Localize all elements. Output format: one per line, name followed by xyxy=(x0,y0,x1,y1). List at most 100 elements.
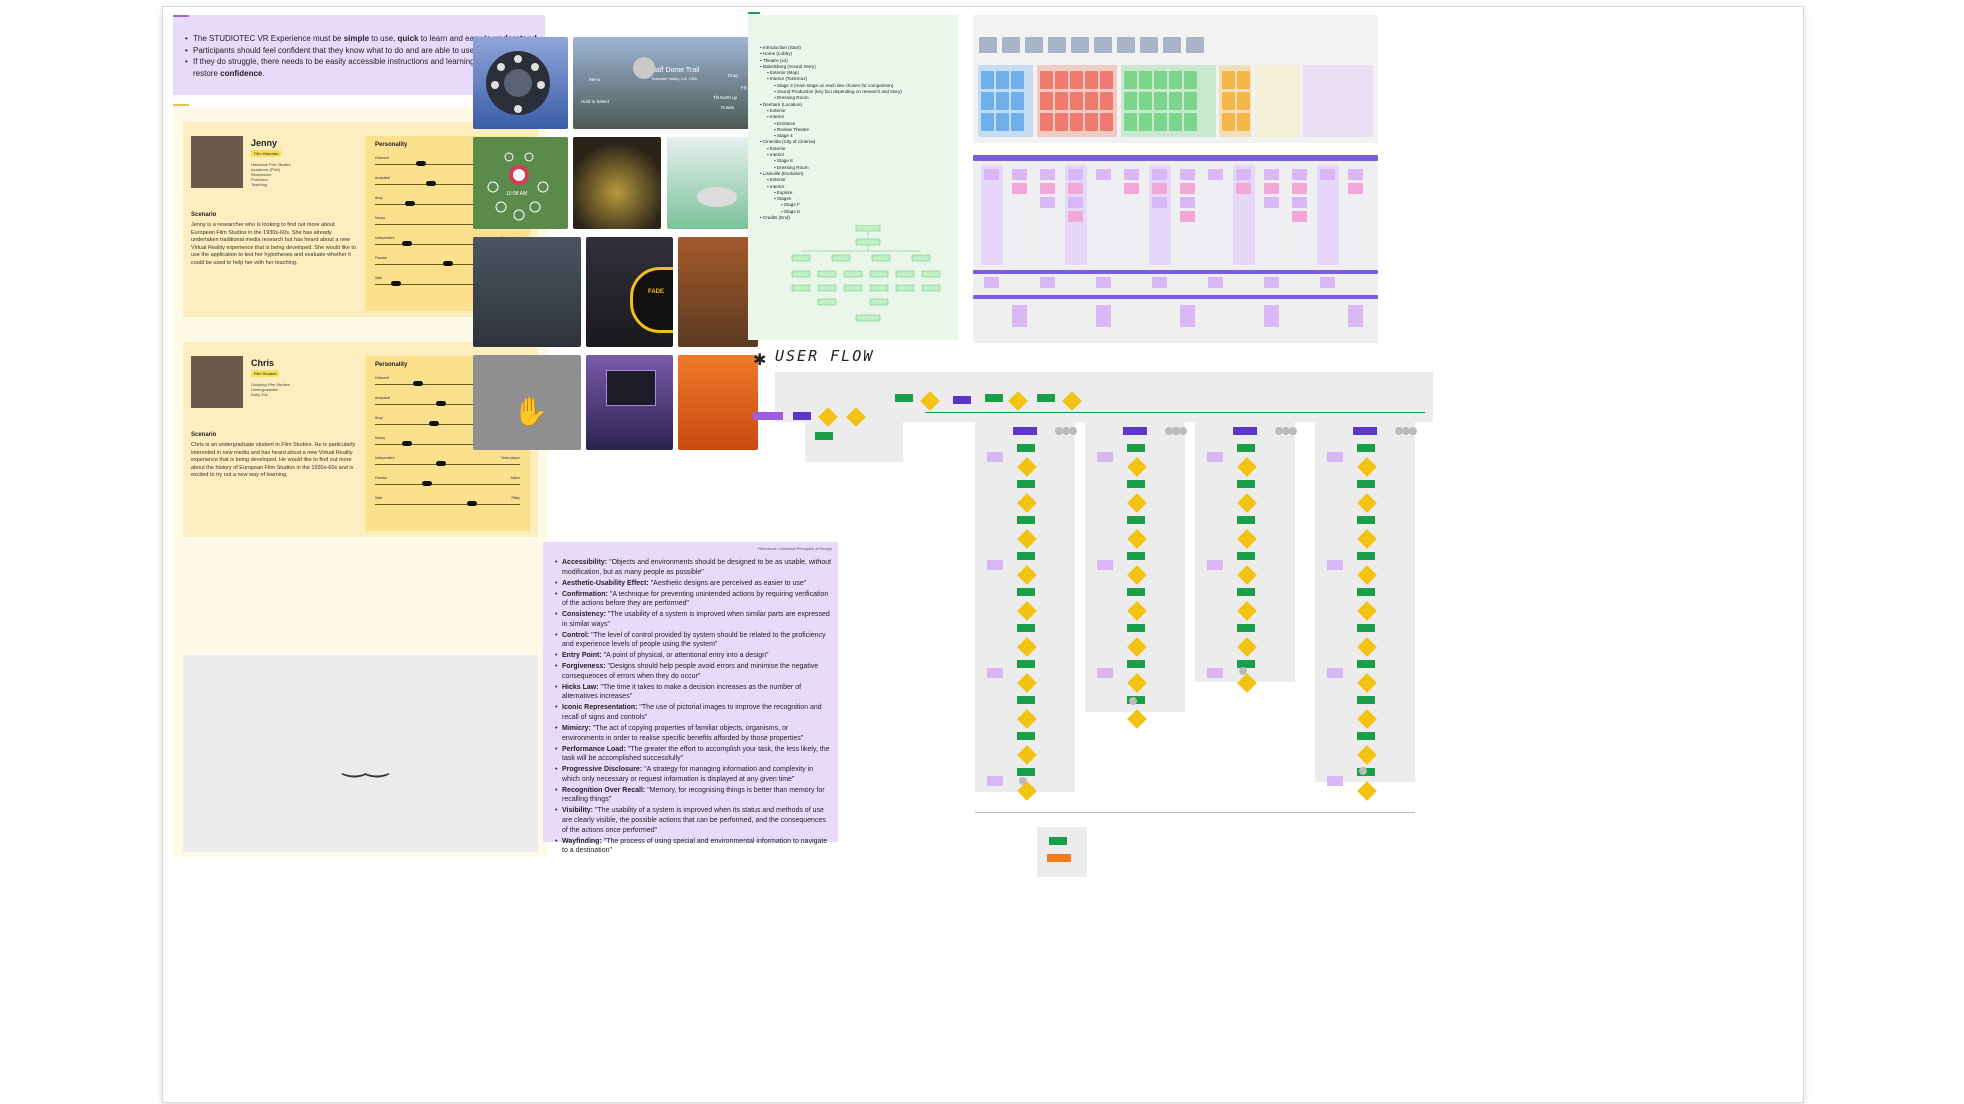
journey-sticky xyxy=(1264,183,1279,194)
flow-node xyxy=(1237,480,1255,488)
hand-icon: ✋ xyxy=(513,396,548,427)
journey-sticky xyxy=(1012,305,1027,327)
trait-left: Independent xyxy=(375,236,395,240)
flow-node xyxy=(1237,552,1255,560)
screenshot-radial-menu xyxy=(473,37,568,129)
persona-photo xyxy=(191,356,243,408)
goals-tag xyxy=(173,15,189,17)
research-sticky xyxy=(1011,113,1024,131)
structure-label: Credits (End) xyxy=(762,215,790,221)
research-sticky xyxy=(996,71,1009,89)
trait-left: Messy xyxy=(375,216,386,220)
screenshot-theatre-facade xyxy=(678,237,758,347)
research-photo xyxy=(1186,37,1204,53)
journey-column xyxy=(1149,165,1171,265)
flow-note xyxy=(987,560,1003,570)
flow-node xyxy=(1127,588,1145,596)
trait-right: Risky xyxy=(511,496,520,500)
flow-connector xyxy=(975,812,1415,813)
research-sticky xyxy=(1085,92,1098,110)
journey-sticky xyxy=(1068,197,1083,208)
halfdome-title: Half Dome Trail xyxy=(651,67,700,74)
principle-term: Forgiveness: xyxy=(562,663,606,671)
research-sticky xyxy=(1169,113,1182,131)
research-photo xyxy=(1094,37,1112,53)
goal-text: to use, xyxy=(369,34,398,43)
journey-sticky xyxy=(984,277,999,288)
screenshot-studio-interior xyxy=(473,237,581,347)
flow-node xyxy=(1017,516,1035,524)
journey-sticky xyxy=(1040,183,1055,194)
flow-note xyxy=(1327,452,1343,462)
research-sticky xyxy=(1169,71,1182,89)
slider-knob xyxy=(466,501,477,506)
journey-column xyxy=(1093,165,1115,265)
screenshot-tabletop xyxy=(667,137,758,229)
principle-term: Mimicry: xyxy=(562,725,591,733)
flow-end-circle xyxy=(1129,697,1137,705)
research-sticky xyxy=(1040,71,1053,89)
structure-label: Lisinville (Evolution) xyxy=(762,170,804,176)
flow-end-node xyxy=(1047,854,1071,862)
journey-sticky xyxy=(1040,169,1055,180)
persona-facts: Studying Film Studies Undergraduate Early … xyxy=(251,382,290,397)
flow-note xyxy=(987,776,1003,786)
journey-sticky xyxy=(1096,277,1111,288)
journey-sticky xyxy=(1124,169,1139,180)
research-sticky xyxy=(1100,113,1113,131)
flow-node xyxy=(1127,516,1145,524)
principle-term: Control: xyxy=(562,631,590,639)
structure-label: Review Theatre xyxy=(776,126,809,132)
journey-lane-bar xyxy=(973,295,1378,299)
structure-label: Interior xyxy=(769,152,785,158)
research-sticky xyxy=(1085,113,1098,131)
controller-sphere-icon xyxy=(633,57,655,79)
flow-node xyxy=(1357,624,1375,632)
trait-left: Busy xyxy=(375,416,383,420)
research-sticky xyxy=(1237,71,1250,89)
research-sticky xyxy=(1100,71,1113,89)
structure-label: Explore xyxy=(776,189,793,195)
journey-sticky xyxy=(1152,169,1167,180)
journey-column xyxy=(1037,165,1059,265)
research-sticky xyxy=(1139,71,1152,89)
journey-sticky xyxy=(1096,169,1111,180)
research-sticky xyxy=(1237,113,1250,131)
journey-sticky xyxy=(1096,305,1111,327)
principle-definition: "The act of copying properties of famili… xyxy=(562,725,804,742)
whiteboard-canvas[interactable]: The STUDIOTEC VR Experience must be simp… xyxy=(163,7,1803,1102)
journey-column xyxy=(1233,165,1255,265)
research-affinity-map xyxy=(973,15,1378,143)
slider-knob xyxy=(435,461,446,466)
trait-left: Safe xyxy=(375,276,383,280)
research-sticky xyxy=(1055,92,1068,110)
journey-lane-bar xyxy=(973,158,1378,161)
journey-sticky xyxy=(1068,169,1083,180)
flow-node xyxy=(1357,552,1375,560)
flow-node xyxy=(1127,660,1145,668)
trait-left: Independent xyxy=(375,456,395,460)
flow-node xyxy=(1017,660,1035,668)
personality-slider: Independent Team player xyxy=(375,456,520,468)
flow-node xyxy=(1127,444,1145,452)
persona-name: Jenny xyxy=(251,138,278,148)
principle-term: Wayfinding: xyxy=(562,837,602,845)
flow-avatar-icon xyxy=(1179,427,1187,435)
journey-sticky xyxy=(1040,197,1055,208)
journey-sticky xyxy=(1180,169,1195,180)
flow-node xyxy=(1237,516,1255,524)
flow-node xyxy=(1017,480,1035,488)
sleeping-placeholder: ‿‿ xyxy=(183,655,538,852)
journey-sticky xyxy=(1012,169,1027,180)
user-flow-diagram xyxy=(753,372,1433,887)
user-flow-title: USER FLOW xyxy=(775,347,875,365)
journey-sticky xyxy=(1152,197,1167,208)
journey-sticky xyxy=(1208,169,1223,180)
persona-fact: Teaching xyxy=(251,182,268,187)
journey-sticky xyxy=(1264,169,1279,180)
trait-left: Analytical xyxy=(375,176,390,180)
research-cluster xyxy=(1303,65,1373,137)
scenario-text: Chris is an undergraduate student in Fil… xyxy=(191,442,356,478)
trait-left: Passive xyxy=(375,476,388,480)
flow-node xyxy=(1237,588,1255,596)
